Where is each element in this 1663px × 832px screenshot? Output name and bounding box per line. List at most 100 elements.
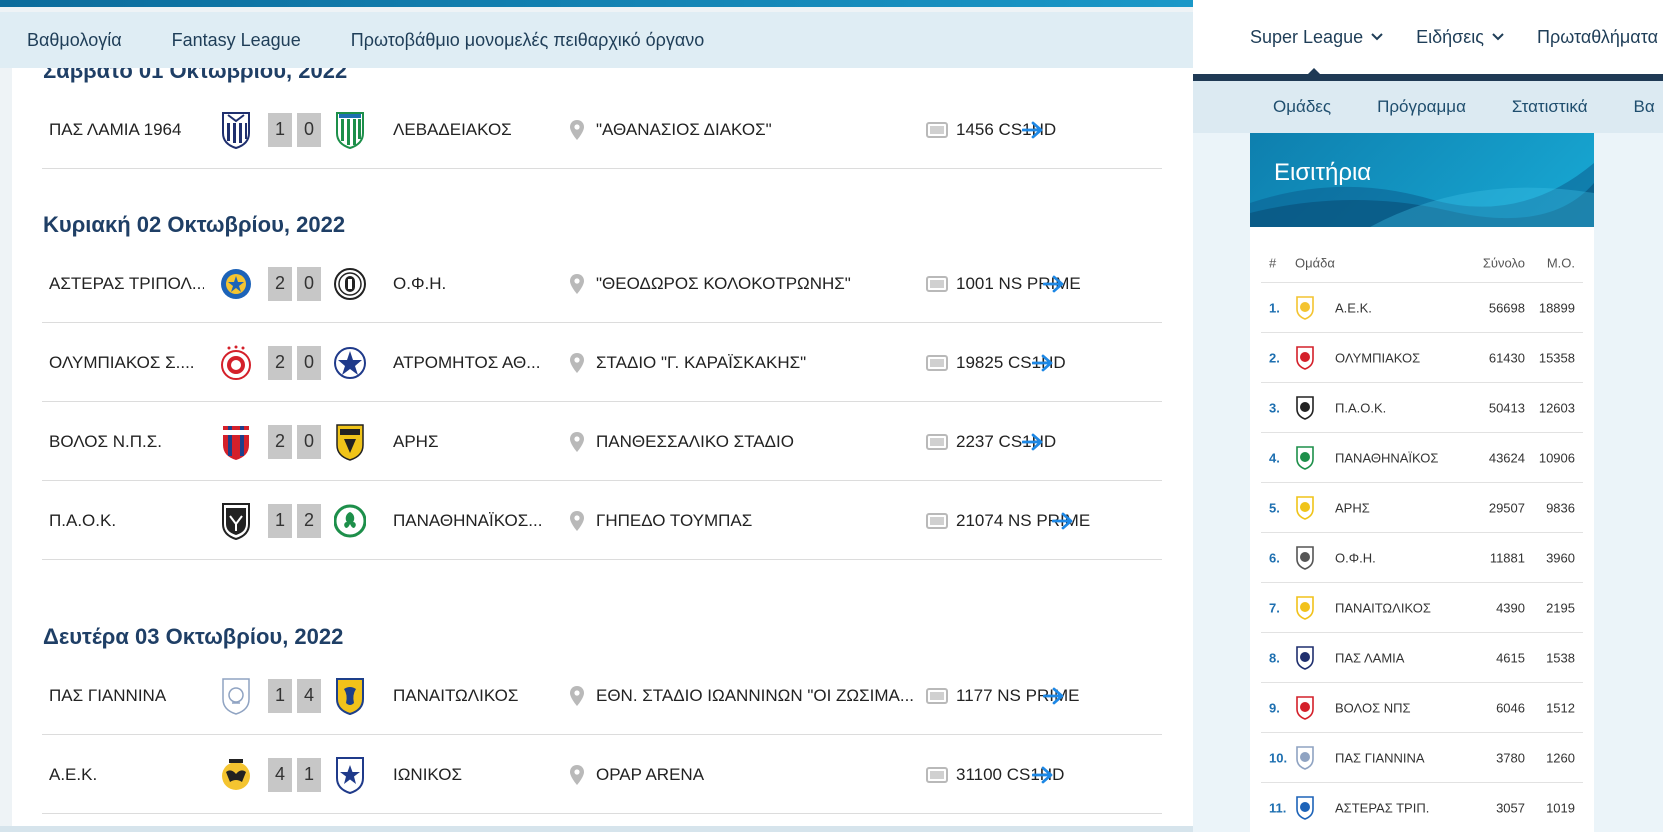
ionikos-crest-icon <box>336 756 364 794</box>
tv-channel-icon <box>926 275 948 292</box>
row-team[interactable]: ΠΑΣ ΓΙΑΝΝΙΝΑ <box>1335 750 1425 765</box>
row-total: 29507 <box>1488 500 1525 515</box>
home-team[interactable]: ΠΑΣ ΛΑΜΙΑ 1964 <box>49 120 204 140</box>
home-team[interactable]: ΑΣΤΕΡΑΣ ΤΡΙΠΟΛ... <box>49 274 204 294</box>
away-team[interactable]: ΠΑΝΑΙΤΩΛΙΚΟΣ <box>393 686 553 706</box>
subnav-more[interactable]: Βα <box>1634 97 1655 117</box>
table-row[interactable]: 10. ΠΑΣ ΓΙΑΝΝΙΝΑ 3780 1260 <box>1261 733 1583 783</box>
row-rank: 3. <box>1269 400 1280 415</box>
venue: ΠΑΝΘΕΣΣΑΛΙΚΟ ΣΤΑΔΙΟ <box>596 431 794 451</box>
row-average: 9836 <box>1546 500 1575 515</box>
table-row[interactable]: 2. ΟΛΥΜΠΙΑΚΟΣ 61430 15358 <box>1261 333 1583 383</box>
table-row[interactable]: 3. Π.Α.Ο.Κ. 50413 12603 <box>1261 383 1583 433</box>
away-team[interactable]: ΑΡΗΣ <box>393 432 553 452</box>
match-row: Α.Ε.Κ. 4 1 ΙΩΝΙΚΟΣ OPAP ARENA 31100 CS1H… <box>42 736 1162 814</box>
row-team[interactable]: Α.Ε.Κ. <box>1335 300 1372 315</box>
tv-channel-icon <box>926 354 948 371</box>
arrow-right-icon[interactable] <box>1032 766 1054 784</box>
row-rank: 7. <box>1269 600 1280 615</box>
team-crest-icon <box>1296 445 1314 470</box>
arrow-right-icon[interactable] <box>1032 354 1054 372</box>
team-crest-icon <box>1296 295 1314 320</box>
row-team[interactable]: Π.Α.Ο.Κ. <box>1335 400 1386 415</box>
away-team[interactable]: ΙΩΝΙΚΟΣ <box>393 765 553 785</box>
chevron-down-icon <box>1371 33 1383 41</box>
row-team[interactable]: ΑΡΗΣ <box>1335 500 1370 515</box>
row-team[interactable]: ΠΑΣ ΛΑΜΙΑ <box>1335 650 1404 665</box>
table-row[interactable]: 4. ΠΑΝΑΘΗΝΑΪΚΟΣ 43624 10906 <box>1261 433 1583 483</box>
arrow-right-icon[interactable] <box>1043 687 1065 705</box>
home-team[interactable]: ΒΟΛΟΣ Ν.Π.Σ. <box>49 432 204 452</box>
match-row: ΠΑΣ ΛΑΜΙΑ 1964 1 0 ΛΕΒΑΔΕΙΑΚΟΣ "ΑΘΑΝΑΣΙΟ… <box>42 91 1162 169</box>
away-team[interactable]: Ο.Φ.Η. <box>393 274 553 294</box>
table-row[interactable]: 8. ΠΑΣ ΛΑΜΙΑ 4615 1538 <box>1261 633 1583 683</box>
home-team[interactable]: ΟΛΥΜΠΙΑΚΟΣ Σ.... <box>49 353 204 373</box>
away-team[interactable]: ΛΕΒΑΔΕΙΑΚΟΣ <box>393 120 553 140</box>
table-row[interactable]: 6. Ο.Φ.Η. 11881 3960 <box>1261 533 1583 583</box>
home-score: 2 <box>268 424 292 459</box>
row-team[interactable]: ΑΣΤΕΡΑΣ ΤΡΙΠ. <box>1335 800 1429 815</box>
nav-news[interactable]: Ειδήσεις <box>1416 27 1504 48</box>
team-crest-icon <box>1296 395 1314 420</box>
arrow-right-icon[interactable] <box>1043 275 1065 293</box>
arrow-right-icon[interactable] <box>1052 512 1074 530</box>
table-row[interactable]: 9. ΒΟΛΟΣ ΝΠΣ 6046 1512 <box>1261 683 1583 733</box>
table-row[interactable]: 5. ΑΡΗΣ 29507 9836 <box>1261 483 1583 533</box>
subnav-schedule[interactable]: Πρόγραμμα <box>1377 97 1466 117</box>
subnav-fantasy-league[interactable]: Fantasy League <box>172 30 301 51</box>
levadiakos-crest-icon <box>336 111 364 149</box>
tickets-widget: Εισιτήρια # Ομάδα Σύνολο Μ.Ο. 1. Α.Ε.Κ. 56… <box>1250 133 1594 832</box>
panetolikos-crest-icon <box>336 677 364 715</box>
nav-news-label: Ειδήσεις <box>1416 26 1484 47</box>
row-average: 15358 <box>1538 350 1575 365</box>
row-total: 50413 <box>1488 400 1525 415</box>
olympiacos-crest-icon <box>221 345 251 380</box>
nav-super-league-label: Super League <box>1250 26 1364 47</box>
row-team[interactable]: ΟΛΥΜΠΙΑΚΟΣ <box>1335 350 1420 365</box>
team-crest-icon <box>1296 345 1314 370</box>
home-team[interactable]: ΠΑΣ ΓΙΑΝΝΙΝΑ <box>49 686 204 706</box>
home-team[interactable]: Α.Ε.Κ. <box>49 765 204 785</box>
team-crest-icon <box>1296 495 1314 520</box>
subnav-standings[interactable]: Βαθμολογία <box>27 30 122 51</box>
row-total: 61430 <box>1488 350 1525 365</box>
header-average: Μ.Ο. <box>1546 255 1575 270</box>
main-nav: Super League Ειδήσεις Πρωταθλήματα <box>1193 0 1663 74</box>
sidebar-pane: Super League Ειδήσεις Πρωταθλήματα Ομάδε… <box>1193 0 1663 832</box>
day-heading: Σάββατο 01 Οκτωβρίου, 2022 <box>43 68 348 83</box>
table-row[interactable]: 7. ΠΑΝΑΙΤΩΛΙΚΟΣ 4390 2195 <box>1261 583 1583 633</box>
asteras-crest-icon <box>221 268 251 299</box>
away-team[interactable]: ΠΑΝΑΘΗΝΑΪΚΟΣ... <box>393 511 553 531</box>
row-average: 2195 <box>1546 600 1575 615</box>
row-team[interactable]: ΒΟΛΟΣ ΝΠΣ <box>1335 700 1411 715</box>
row-team[interactable]: Ο.Φ.Η. <box>1335 550 1376 565</box>
tv-channel-icon <box>926 687 948 704</box>
table-row[interactable]: 11. ΑΣΤΕΡΑΣ ΤΡΙΠ. 3057 1019 <box>1261 783 1583 832</box>
aris-crest-icon <box>336 423 364 461</box>
away-score: 0 <box>297 112 321 147</box>
arrow-right-icon[interactable] <box>1022 121 1044 139</box>
tv-channel-icon <box>926 121 948 138</box>
away-team[interactable]: ΑΤΡΟΜΗΤΟΣ ΑΘ... <box>393 353 553 373</box>
ofi-crest-icon <box>334 267 366 300</box>
subnav-disciplinary-body[interactable]: Πρωτοβάθμιο μονομελές πειθαρχικό όργανο <box>351 30 705 51</box>
row-rank: 10. <box>1269 750 1288 765</box>
away-score: 1 <box>297 757 321 792</box>
subnav-teams[interactable]: Ομάδες <box>1273 97 1331 117</box>
tv-channel-icon <box>926 766 948 783</box>
table-row[interactable]: 1. Α.Ε.Κ. 56698 18899 <box>1261 283 1583 333</box>
row-team[interactable]: ΠΑΝΑΙΤΩΛΙΚΟΣ <box>1335 600 1431 615</box>
home-score: 2 <box>268 345 292 380</box>
nav-championships[interactable]: Πρωταθλήματα <box>1537 27 1658 48</box>
subnav-statistics[interactable]: Στατιστικά <box>1512 97 1588 117</box>
home-score: 1 <box>268 503 292 538</box>
scrollbar-track[interactable] <box>0 826 1193 832</box>
venue: ΓΗΠΕΔΟ ΤΟΥΜΠΑΣ <box>596 510 753 530</box>
arrow-right-icon[interactable] <box>1022 433 1044 451</box>
nav-super-league[interactable]: Super League <box>1250 27 1383 48</box>
header-rank: # <box>1269 255 1277 270</box>
location-pin-icon <box>570 273 584 294</box>
row-team[interactable]: ΠΑΝΑΘΗΝΑΪΚΟΣ <box>1335 450 1438 465</box>
row-rank: 5. <box>1269 500 1280 515</box>
home-team[interactable]: Π.Α.Ο.Κ. <box>49 511 204 531</box>
